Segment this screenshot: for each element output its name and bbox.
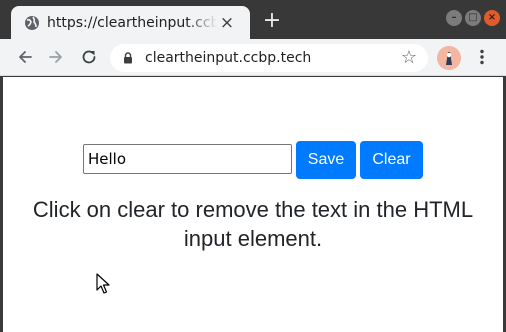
text-input[interactable]: [83, 144, 292, 174]
instruction-text: Click on clear to remove the text in the…: [32, 197, 474, 251]
browser-toolbar: cleartheinput.ccbp.tech ☆: [0, 39, 506, 76]
bookmark-star-icon[interactable]: ☆: [399, 47, 419, 68]
maximize-window-icon[interactable]: □: [465, 10, 481, 26]
vertical-dots-icon[interactable]: [472, 47, 492, 67]
arrow-right-icon[interactable]: [46, 47, 66, 67]
profile-avatar-icon[interactable]: [437, 46, 461, 70]
mouse-pointer-icon: [96, 273, 110, 294]
browser-titlebar: https://cleartheinput.ccbp.tech × + – □ …: [0, 0, 506, 39]
browser-tab[interactable]: https://cleartheinput.ccbp.tech ×: [11, 6, 250, 39]
tab-title: https://cleartheinput.ccbp.tech: [47, 15, 217, 31]
save-button[interactable]: Save: [296, 141, 356, 179]
tab-close-icon[interactable]: ×: [218, 14, 236, 32]
minimize-window-icon[interactable]: –: [446, 10, 462, 26]
page-content: Save Clear Click on clear to remove the …: [3, 77, 503, 332]
close-window-icon[interactable]: ×: [484, 10, 500, 26]
arrow-left-icon[interactable]: [15, 47, 35, 67]
address-bar[interactable]: cleartheinput.ccbp.tech ☆: [110, 44, 428, 72]
avatar-figure-icon: [437, 46, 461, 70]
globe-icon: [25, 16, 39, 30]
clear-button[interactable]: Clear: [360, 141, 423, 179]
reload-icon[interactable]: [79, 47, 99, 67]
lock-icon[interactable]: [123, 52, 133, 64]
url-text[interactable]: cleartheinput.ccbp.tech: [145, 48, 311, 68]
new-tab-icon[interactable]: +: [262, 10, 282, 32]
